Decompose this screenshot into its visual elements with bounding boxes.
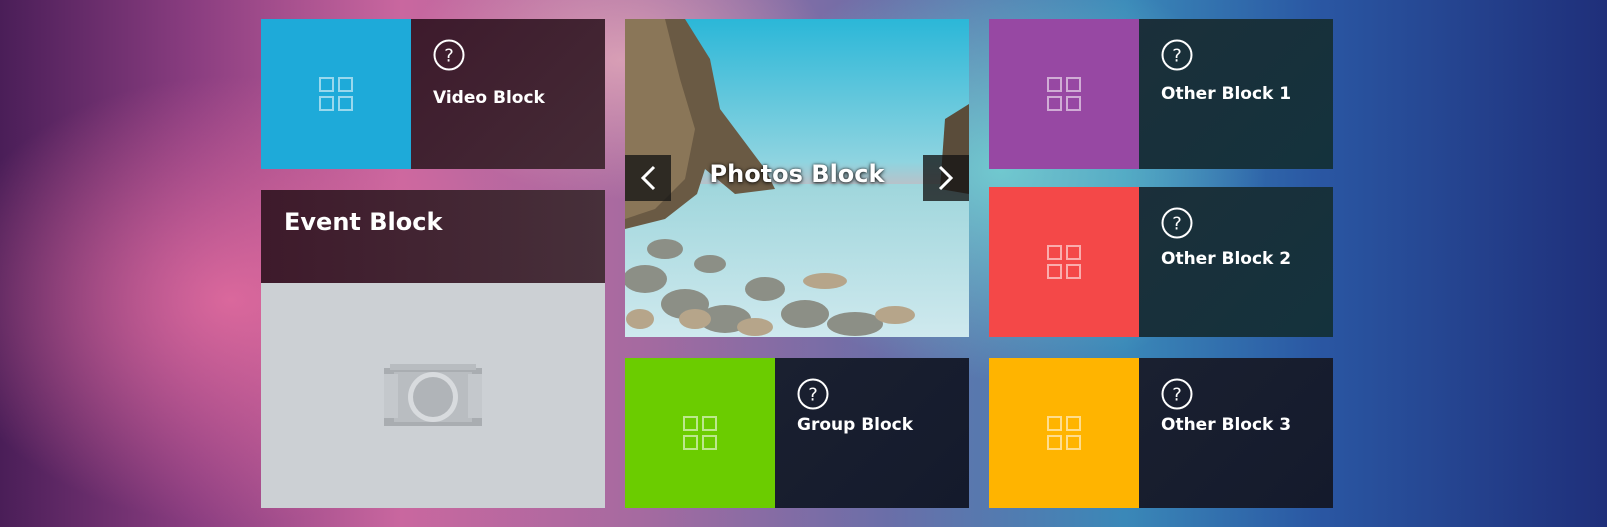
help-question-icon[interactable]: ? <box>1161 39 1193 71</box>
group-block-swatch <box>625 358 775 508</box>
other-block-3-tile[interactable]: ? Other Block 3 <box>989 358 1333 508</box>
help-question-icon[interactable]: ? <box>1161 207 1193 239</box>
other-block-1-panel: ? Other Block 1 <box>1139 19 1333 169</box>
event-block-tile[interactable]: Event Block <box>261 190 605 508</box>
help-question-icon[interactable]: ? <box>1161 378 1193 410</box>
group-block-label: Group Block <box>797 415 914 435</box>
help-question-icon[interactable]: ? <box>797 378 829 410</box>
other-block-2-swatch <box>989 187 1139 337</box>
help-question-icon[interactable]: ? <box>433 39 465 71</box>
svg-text:?: ? <box>1172 385 1182 406</box>
camera-icon <box>384 363 482 426</box>
svg-text:?: ? <box>808 385 818 406</box>
other-block-1-tile[interactable]: ? Other Block 1 <box>989 19 1333 169</box>
event-block-title: Event Block <box>284 208 443 236</box>
other-block-2-panel: ? Other Block 2 <box>1139 187 1333 337</box>
grid-icon <box>1047 245 1081 279</box>
svg-text:?: ? <box>444 46 454 67</box>
other-block-3-panel: ? Other Block 3 <box>1139 358 1333 508</box>
grid-icon <box>1047 416 1081 450</box>
other-block-1-swatch <box>989 19 1139 169</box>
other-block-1-label: Other Block 1 <box>1161 84 1292 104</box>
photos-block-title: Photos Block <box>709 160 885 188</box>
group-block-tile[interactable]: ? Group Block <box>625 358 969 508</box>
video-block-panel: ? Video Block <box>411 19 605 169</box>
grid-icon <box>1047 77 1081 111</box>
svg-text:?: ? <box>1172 214 1182 235</box>
event-block-header: Event Block <box>261 190 605 283</box>
video-block-swatch <box>261 19 411 169</box>
grid-icon <box>683 416 717 450</box>
grid-icon <box>319 77 353 111</box>
event-block-image-placeholder <box>261 283 605 508</box>
svg-text:?: ? <box>1172 46 1182 67</box>
group-block-panel: ? Group Block <box>775 358 969 508</box>
other-block-3-label: Other Block 3 <box>1161 415 1292 435</box>
video-block-tile[interactable]: ? Video Block <box>261 19 605 169</box>
other-block-2-label: Other Block 2 <box>1161 249 1292 269</box>
video-block-label: Video Block <box>433 88 545 108</box>
other-block-3-swatch <box>989 358 1139 508</box>
photos-block-tile[interactable]: Photos Block <box>625 19 969 337</box>
other-block-2-tile[interactable]: ? Other Block 2 <box>989 187 1333 337</box>
